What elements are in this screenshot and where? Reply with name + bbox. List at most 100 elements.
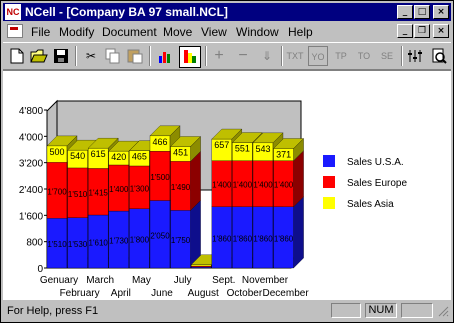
open-folder-icon[interactable] (29, 46, 49, 66)
legend-label: Sales U.S.A. (347, 157, 404, 168)
legend-label: Sales Europe (347, 178, 407, 189)
resize-grip-icon[interactable] (437, 305, 449, 317)
data-label: 1'415 (89, 189, 109, 198)
yo-icon[interactable]: YO (308, 46, 328, 66)
chart-bars-icon[interactable] (155, 46, 175, 66)
down-arrow-icon[interactable]: ⇓ (257, 46, 277, 66)
data-label: 1'800 (130, 235, 150, 244)
minus-icon[interactable]: − (233, 46, 253, 66)
title-bar[interactable]: NC NCell - [Company BA 97 small.NCL] _ □… (3, 3, 451, 21)
legend-swatch (323, 155, 335, 167)
menu-bar: File Modify Document Move View Window He… (3, 22, 451, 41)
mdi-close-button[interactable]: × (433, 24, 449, 38)
print-preview-icon[interactable] (429, 46, 449, 66)
y-tick-label: 0 (37, 264, 43, 275)
menu-help[interactable]: Help (288, 25, 313, 39)
menu-view[interactable]: View (201, 25, 227, 39)
data-label: 2'050 (150, 231, 170, 240)
mdi-restore-button[interactable]: ❐ (414, 24, 430, 38)
se-icon[interactable]: SE (377, 46, 397, 66)
menu-modify[interactable]: Modify (59, 25, 94, 39)
data-label: 500 (49, 147, 64, 157)
data-label: 1'510 (47, 240, 67, 249)
toolbar-separator (205, 46, 207, 66)
y-tick-label: 3'200 (19, 159, 44, 170)
chart-color-icon[interactable] (179, 46, 201, 68)
data-label: 1'860 (274, 234, 294, 243)
x-tick-label: October (227, 288, 263, 299)
data-label: 1'860 (253, 234, 273, 243)
maximize-button[interactable]: □ (414, 5, 430, 19)
app-icon[interactable]: NC (5, 4, 21, 20)
bar-segment (191, 264, 212, 267)
plus-icon[interactable]: + (209, 46, 229, 66)
data-label: 543 (255, 144, 270, 154)
data-label: 1'400 (274, 181, 294, 190)
legend-swatch (323, 197, 335, 209)
data-label: 1'860 (212, 234, 232, 243)
data-label: 1'300 (130, 184, 150, 193)
data-label: 451 (173, 148, 188, 158)
data-label: 1'700 (47, 187, 67, 196)
document-area[interactable]: 0 800 1'600 2'400 3'200 4'000 4'800 1'510 1'700… (3, 70, 451, 300)
close-button[interactable]: × (433, 5, 449, 19)
data-label: 1'400 (109, 185, 129, 194)
x-tick-label: February (60, 288, 100, 299)
x-tick-label: November (242, 275, 289, 286)
data-label: 465 (132, 152, 147, 162)
data-label: 1'490 (171, 183, 191, 192)
data-label: 1'500 (150, 173, 170, 182)
toolbar-separator (281, 46, 283, 66)
x-tick-label: June (151, 288, 173, 299)
data-label: 1'750 (171, 236, 191, 245)
app-window: NC NCell - [Company BA 97 small.NCL] _ □… (0, 0, 454, 323)
window-title: NCell - [Company BA 97 small.NCL] (25, 5, 228, 19)
menu-file[interactable]: File (31, 25, 50, 39)
data-label: 1'860 (233, 234, 253, 243)
toolbar-separator (75, 46, 77, 66)
toolbar: ✂ + − ⇓ TXT YO TP TO SE (3, 42, 451, 70)
menu-document[interactable]: Document (102, 25, 157, 39)
menu-move[interactable]: Move (163, 25, 192, 39)
tp-icon[interactable]: TP (331, 46, 351, 66)
minimize-button[interactable]: _ (397, 5, 413, 19)
data-label: 1'400 (233, 181, 253, 190)
data-label: 615 (91, 149, 106, 159)
x-tick-label: April (111, 288, 131, 299)
cut-icon[interactable]: ✂ (81, 46, 101, 66)
stacked-bar-chart: 08001'6002'4003'2004'0004'800 1'5101'700… (19, 99, 407, 299)
copy-icon[interactable] (103, 46, 123, 66)
new-document-icon[interactable] (7, 46, 27, 66)
data-label: 540 (70, 151, 85, 161)
y-tick-label: 800 (26, 238, 43, 249)
y-tick-label: 4'000 (19, 132, 44, 143)
data-label: 1'530 (68, 240, 88, 249)
status-text: For Help, press F1 (7, 305, 99, 317)
paste-icon[interactable] (125, 46, 145, 66)
legend-label: Sales Asia (347, 199, 394, 210)
data-label: 1'510 (68, 190, 88, 199)
x-tick-label: May (132, 275, 151, 286)
bar-side (293, 196, 304, 269)
document-menu-icon[interactable] (7, 24, 23, 38)
txt-icon[interactable]: TXT (285, 46, 305, 66)
toolbar-separator (149, 46, 151, 66)
x-tick-label: Sept. (212, 275, 235, 286)
tuner-icon[interactable] (405, 46, 425, 66)
mdi-minimize-button[interactable]: _ (397, 24, 413, 38)
x-tick-label: December (263, 288, 310, 299)
y-tick-label: 1'600 (19, 211, 44, 222)
to-icon[interactable]: TO (354, 46, 374, 66)
data-label: 657 (214, 140, 229, 150)
x-tick-label: July (174, 275, 192, 286)
status-num-indicator: NUM (365, 303, 397, 318)
menu-window[interactable]: Window (236, 25, 279, 39)
x-tick-label: Genuary (40, 275, 78, 286)
data-label: 420 (111, 152, 126, 162)
data-label: 1'400 (253, 181, 273, 190)
save-icon[interactable] (51, 46, 71, 66)
status-panel-empty (331, 303, 361, 318)
data-label: 1'400 (212, 181, 232, 190)
data-label: 551 (235, 144, 250, 154)
x-tick-label: March (86, 275, 114, 286)
